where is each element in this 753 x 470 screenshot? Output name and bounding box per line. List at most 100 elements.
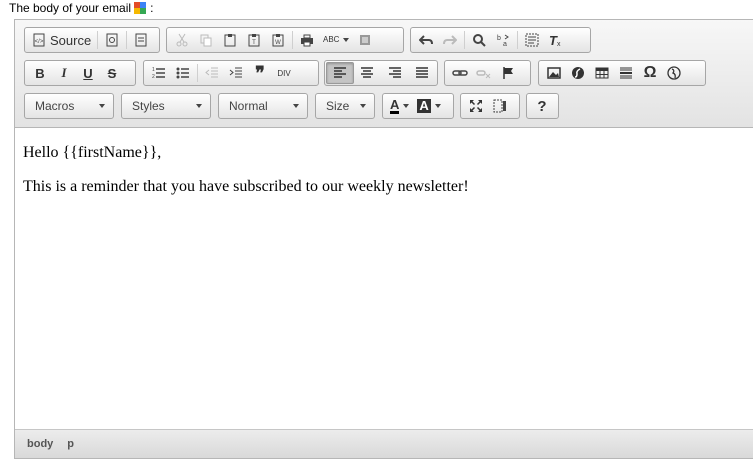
align-left-icon [333, 67, 346, 78]
font-size-dropdown-label: Size [326, 99, 350, 113]
iframe-button[interactable] [662, 62, 686, 84]
anchor-button[interactable] [496, 62, 520, 84]
bulleted-list-icon [176, 67, 189, 79]
background-color-letter: A [417, 98, 431, 113]
blockquote-button[interactable]: ❞ [248, 62, 272, 84]
flash-button[interactable] [566, 62, 590, 84]
path-item-p[interactable]: p [67, 438, 74, 450]
chevron-down-icon [403, 104, 410, 108]
help-button[interactable]: ? [530, 95, 554, 117]
indent-icon [229, 67, 242, 78]
svg-text:a: a [503, 41, 507, 47]
maximize-icon [470, 100, 482, 112]
align-center-button[interactable] [354, 62, 381, 84]
template-tag-icon [134, 2, 147, 14]
increase-indent-button[interactable] [224, 62, 248, 84]
paste-text-button[interactable]: T [242, 29, 266, 51]
macros-dropdown[interactable]: Macros [24, 93, 114, 119]
svg-text:</>: </> [35, 39, 44, 45]
table-button[interactable] [590, 62, 614, 84]
paste-button[interactable] [218, 29, 242, 51]
printer-icon [301, 34, 313, 47]
styles-dropdown[interactable]: Styles [121, 93, 211, 119]
form-button[interactable] [353, 29, 377, 51]
preview-button[interactable] [100, 29, 124, 51]
align-left-button[interactable] [326, 62, 354, 84]
align-right-icon [388, 67, 401, 78]
link-button[interactable] [448, 62, 472, 84]
bulleted-list-button[interactable] [171, 62, 195, 84]
text-color-button[interactable]: A [386, 95, 413, 117]
alignment-group [324, 60, 438, 86]
horizontal-rule-button[interactable] [614, 62, 638, 84]
div-container-button[interactable]: DIV [272, 62, 296, 84]
align-justify-icon [416, 67, 429, 78]
content-paragraph[interactable]: This is a reminder that you have subscri… [23, 178, 469, 196]
styles-dropdown-label: Styles [132, 99, 165, 113]
text-color-letter: A [390, 96, 400, 114]
replace-icon: ba [497, 34, 509, 47]
source-icon: </> [33, 33, 45, 47]
copy-button[interactable] [194, 29, 218, 51]
italic-button[interactable]: I [52, 62, 76, 84]
redo-button[interactable] [438, 29, 462, 51]
align-center-icon [361, 67, 374, 78]
email-body-label-suffix: : [150, 1, 154, 15]
print-button[interactable] [295, 29, 319, 51]
align-right-button[interactable] [381, 62, 408, 84]
element-path-bar: body p [15, 429, 753, 458]
paste-icon [224, 34, 236, 47]
maximize-button[interactable] [464, 95, 488, 117]
content-paragraph[interactable]: Hello {{firstName}}, [23, 144, 161, 162]
document-group: </> Source [24, 27, 160, 53]
show-blocks-button[interactable] [488, 95, 512, 117]
unlink-icon [476, 70, 491, 79]
font-size-dropdown[interactable]: Size [315, 93, 375, 119]
macros-dropdown-label: Macros [35, 99, 75, 113]
select-all-button[interactable] [520, 29, 544, 51]
search-icon [473, 34, 486, 47]
editor-content-area[interactable]: Hello {{firstName}}, This is a reminder … [15, 128, 753, 430]
replace-button[interactable]: ba [491, 29, 515, 51]
background-color-button[interactable]: A [413, 95, 444, 117]
svg-text:2: 2 [152, 74, 155, 80]
undo-button[interactable] [414, 29, 438, 51]
numbered-list-icon: 12 [152, 67, 165, 80]
email-body-label-text: The body of your email [9, 1, 132, 15]
editing-group: ba Tx [410, 27, 591, 53]
colors-group: A A [382, 93, 454, 119]
remove-format-button[interactable]: Tx [544, 29, 568, 51]
underline-button[interactable]: U [76, 62, 100, 84]
svg-text:W: W [275, 40, 281, 46]
path-item-body[interactable]: body [27, 438, 53, 450]
paste-word-button[interactable]: W [266, 29, 290, 51]
form-icon [360, 35, 371, 45]
show-blocks-icon [493, 99, 506, 113]
paste-word-icon: W [272, 34, 284, 47]
special-character-button[interactable]: Ω [638, 62, 662, 84]
unlink-button[interactable] [472, 62, 496, 84]
format-dropdown[interactable]: Normal [218, 93, 308, 119]
undo-icon [419, 35, 433, 45]
chevron-down-icon [360, 104, 366, 108]
templates-button[interactable] [129, 29, 153, 51]
source-label: Source [50, 32, 92, 48]
flag-icon [503, 67, 513, 79]
flash-icon [572, 67, 584, 79]
bold-button[interactable]: B [28, 62, 52, 84]
source-button[interactable]: </> Source [28, 29, 95, 51]
chevron-down-icon [196, 104, 202, 108]
image-button[interactable] [542, 62, 566, 84]
spellcheck-caret-icon [343, 38, 350, 42]
strikethrough-button[interactable]: S [100, 62, 124, 84]
svg-text:1: 1 [152, 67, 155, 73]
decrease-indent-button[interactable] [200, 62, 224, 84]
align-justify-button[interactable] [409, 62, 436, 84]
link-icon [452, 70, 468, 76]
select-all-icon [525, 33, 539, 47]
find-button[interactable] [467, 29, 491, 51]
spellcheck-button[interactable]: ABC [319, 29, 353, 51]
cut-button[interactable] [170, 29, 194, 51]
paste-text-icon: T [248, 34, 260, 47]
numbered-list-button[interactable]: 12 [147, 62, 171, 84]
